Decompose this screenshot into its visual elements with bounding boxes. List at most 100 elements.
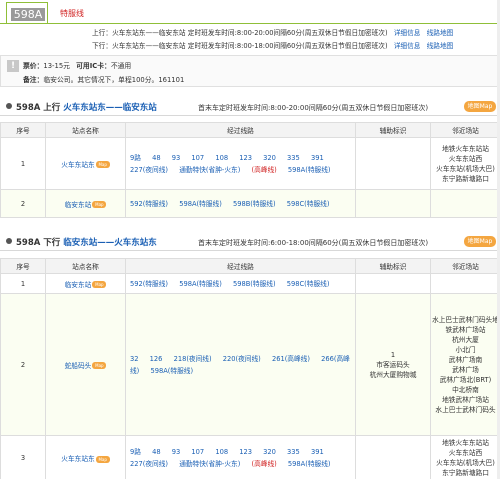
line-link[interactable]: 220(夜间线) [223, 355, 261, 363]
line-link[interactable]: 320 [263, 154, 276, 162]
stop-name-link[interactable]: 蛇船码头 [65, 362, 92, 370]
up-label: 上行 [92, 29, 106, 37]
nearby-station-link[interactable]: 小北门 [432, 345, 500, 355]
nearby-station-link[interactable]: 火车东站西 [432, 154, 500, 164]
line-link[interactable]: 108 [215, 154, 228, 162]
down-detail-link[interactable]: 详细信息 [394, 42, 421, 50]
nearby-stations: 水上巴士武林门码头地 铁武林广场站 杭州大厦 小北门 武林广场南 武林广场 武林广场北(BR… [430, 293, 500, 436]
nearby-stations: 地铁火车东站站 火车东站西 火车东站(机场大巴) 东宁路新塘路口 [430, 137, 500, 190]
map-button[interactable]: 地图Map [464, 101, 496, 112]
nearby-station-link[interactable]: 地铁火车东站站 [432, 144, 500, 154]
nearby-station-link[interactable]: 地铁武林广场站 [432, 395, 500, 405]
aux-marker [355, 189, 431, 218]
bullet-icon [6, 103, 12, 109]
nearby-station-link[interactable]: 火车东站(机场大巴) [432, 164, 500, 174]
nearby-station-link[interactable]: 地铁火车东站站 [432, 438, 500, 448]
section-direction: 下行 [43, 238, 64, 248]
nearby-station-link[interactable]: 武林广场南 [432, 355, 500, 365]
section-title: 598A 上行 火车东站东——临安东站 [16, 101, 157, 113]
map-marker-icon[interactable]: Map [92, 281, 107, 288]
line-link[interactable]: (高峰线) [251, 460, 276, 468]
stop-number: 1 [0, 273, 46, 294]
line-link[interactable]: 592(特服线) [130, 280, 168, 288]
line-link[interactable]: 335 [287, 448, 300, 456]
stop-name: 火车东站东 Map [45, 137, 126, 190]
stop-name-link[interactable]: 火车东站东 [61, 161, 94, 169]
passing-lines: 32 126 218(夜间线) 220(夜间线) 261(高峰线) 266(高峰… [125, 293, 356, 436]
map-button[interactable]: 地图Map [464, 236, 496, 247]
line-link[interactable]: 320 [263, 448, 276, 456]
line-link[interactable]: 598C(特服线) [287, 200, 330, 208]
line-link[interactable]: 9路 [130, 448, 141, 456]
line-link[interactable]: 592(特服线) [130, 200, 168, 208]
down-map-link[interactable]: 线路地图 [427, 42, 454, 50]
map-marker-icon[interactable]: Map [92, 201, 107, 208]
line-link[interactable]: 通勤特快(省肿-火东) [179, 460, 240, 468]
column-header: 邻近场站 [430, 258, 500, 274]
line-link[interactable]: 598A(特服线) [288, 166, 331, 174]
line-link[interactable]: 335 [287, 154, 300, 162]
column-header: 序号 [0, 122, 46, 138]
nearby-station-link[interactable]: 中北桥南 [432, 385, 500, 395]
route-tab[interactable]: 598A [6, 2, 48, 24]
nearby-station-link[interactable]: 火车东站西 [432, 448, 500, 458]
nearby-station-link[interactable]: 铁武林广场站 [432, 325, 500, 335]
line-link[interactable]: 107 [191, 448, 204, 456]
up-detail-link[interactable]: 详细信息 [394, 29, 421, 37]
down-time: 定时班发车时间:8:00-18:00间隔60分(周五双休日节假日加密班次) [187, 42, 388, 50]
map-marker-icon[interactable]: Map [95, 161, 110, 168]
line-link[interactable]: 93 [172, 154, 181, 162]
stop-name-link[interactable]: 临安东站 [65, 281, 92, 289]
line-link[interactable]: (高峰线) [251, 166, 276, 174]
line-link[interactable]: 126 [150, 355, 163, 363]
line-link[interactable]: 32 [130, 355, 139, 363]
line-link[interactable]: 218(夜间线) [174, 355, 212, 363]
section-direction: 上行 [43, 103, 64, 113]
line-link[interactable]: 48 [152, 154, 161, 162]
line-link[interactable]: 391 [311, 448, 324, 456]
stop-name: 蛇船码头 Map [45, 293, 126, 436]
route-type: 特服线 [60, 9, 84, 18]
line-link[interactable]: 598A(特服线) [288, 460, 331, 468]
line-link[interactable]: 108 [215, 448, 228, 456]
stop-number: 2 [0, 189, 46, 218]
nearby-station-link[interactable]: 水上巴士武林门码头 [432, 405, 500, 415]
nearby-station-link[interactable]: 东宁路新塘路口 [432, 174, 500, 184]
nearby-station-link[interactable]: 火车东站(机场大巴) [432, 458, 500, 468]
line-link[interactable]: 598C(特服线) [287, 280, 330, 288]
column-header: 辅助标识 [355, 122, 431, 138]
line-link[interactable]: 227(夜间线) [130, 166, 168, 174]
section-name: 临安东站——火车东站东 [63, 238, 157, 248]
fare-line: 票价：13-15元 可用IC卡：不通用 [23, 62, 132, 70]
line-link[interactable]: 598B(特服线) [233, 200, 276, 208]
line-link[interactable]: 通勤特快(省肿-火东) [179, 166, 240, 174]
column-header: 站点名称 [45, 122, 126, 138]
line-link[interactable]: 48 [152, 448, 161, 456]
line-link[interactable]: 123 [239, 448, 252, 456]
up-map-link[interactable]: 线路地图 [427, 29, 454, 37]
stop-name-link[interactable]: 火车东站东 [61, 455, 94, 463]
nearby-station-link[interactable]: 武林广场北(BRT) [432, 375, 500, 385]
stop-name-link[interactable]: 临安东站 [65, 201, 92, 209]
line-link[interactable]: 227(夜间线) [130, 460, 168, 468]
line-link[interactable]: 598B(特服线) [233, 280, 276, 288]
line-link[interactable]: 9路 [130, 154, 141, 162]
nearby-station-link[interactable]: 水上巴士武林门码头地 [432, 315, 500, 325]
column-header: 经过线路 [125, 122, 356, 138]
up-direction-row: 上行：火车东站东——临安东站 定时班发车时间:8:00-20:00间隔60分(周… [92, 29, 454, 37]
nearby-station-link[interactable]: 杭州大厦 [432, 335, 500, 345]
line-link[interactable]: 598A(特服线) [179, 280, 222, 288]
nearby-station-link[interactable]: 东宁路新塘路口 [432, 468, 500, 478]
line-link[interactable]: 123 [239, 154, 252, 162]
line-link[interactable]: 598A(特服线) [179, 200, 222, 208]
column-header: 序号 [0, 258, 46, 274]
line-link[interactable]: 93 [172, 448, 181, 456]
nearby-station-link[interactable]: 武林广场 [432, 365, 500, 375]
map-marker-icon[interactable]: Map [92, 362, 107, 369]
line-link[interactable]: 261(高峰线) [272, 355, 310, 363]
aux-marker [355, 435, 431, 479]
line-link[interactable]: 391 [311, 154, 324, 162]
line-link[interactable]: 107 [191, 154, 204, 162]
line-link[interactable]: 598A(特服线) [150, 367, 193, 375]
map-marker-icon[interactable]: Map [95, 455, 110, 463]
